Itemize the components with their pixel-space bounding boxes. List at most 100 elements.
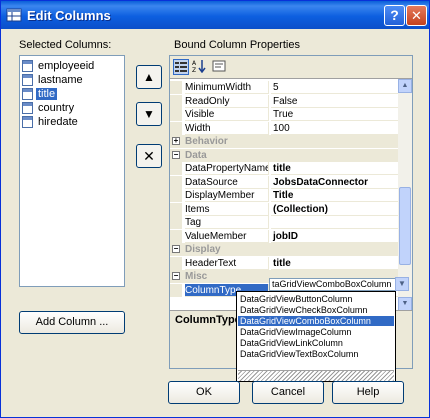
description-title: ColumnType <box>175 314 241 326</box>
list-item-label: title <box>36 88 58 100</box>
property-category[interactable]: + Behavior <box>170 135 398 148</box>
property-value[interactable]: Title <box>271 189 398 202</box>
help-button[interactable]: Help <box>332 381 404 404</box>
dropdown-option[interactable]: DataGridViewImageColumn <box>238 327 394 337</box>
move-down-button[interactable]: ▼ <box>136 102 162 126</box>
expander-icon[interactable]: − <box>172 245 180 253</box>
list-item-label: hiredate <box>38 116 78 128</box>
property-row[interactable]: Items (Collection) <box>170 202 398 216</box>
property-value[interactable]: jobID <box>271 230 398 243</box>
property-pages-icon[interactable] <box>211 59 227 75</box>
property-name[interactable]: DataSource <box>185 175 269 189</box>
property-value[interactable]: title <box>271 162 398 175</box>
ok-button[interactable]: OK <box>168 381 240 404</box>
property-row[interactable]: DataSource JobsDataConnector <box>170 175 398 189</box>
property-name[interactable]: Visible <box>185 108 269 121</box>
list-item[interactable]: country <box>22 101 76 115</box>
property-value[interactable]: 5 <box>271 81 398 94</box>
selected-columns-label: Selected Columns: <box>19 39 112 51</box>
property-value[interactable]: JobsDataConnector <box>271 176 398 189</box>
property-row[interactable]: ReadOnly False <box>170 94 398 108</box>
property-name[interactable]: MinimumWidth <box>185 81 269 94</box>
dropdown-option[interactable]: DataGridViewButtonColumn <box>238 294 394 304</box>
property-value[interactable]: True <box>271 108 398 121</box>
property-row[interactable]: DataPropertyName title <box>170 162 398 175</box>
row-gutter <box>170 216 182 229</box>
property-name[interactable]: Items <box>185 202 269 216</box>
property-grid-rows[interactable]: ColumnType − Misc HeaderText title − Display Va… <box>170 78 412 310</box>
category-name: Behavior <box>185 136 228 147</box>
property-name[interactable]: HeaderText <box>185 256 269 270</box>
scroll-down-arrow[interactable]: ▼ <box>398 297 412 310</box>
add-column-button[interactable]: Add Column ... <box>19 311 125 334</box>
property-name[interactable]: DataPropertyName <box>185 162 269 175</box>
row-gutter <box>170 121 182 135</box>
property-name[interactable]: ValueMember <box>185 229 269 243</box>
property-value[interactable]: 100 <box>271 122 398 135</box>
row-gutter <box>170 229 182 243</box>
scroll-up-arrow[interactable]: ▲ <box>398 79 412 93</box>
dropdown-resize-grip[interactable] <box>238 370 394 381</box>
cancel-button[interactable]: Cancel <box>252 381 324 404</box>
property-value[interactable]: False <box>271 95 398 108</box>
column-type-dropdown[interactable]: DataGridViewButtonColumn DataGridViewChe… <box>236 291 396 382</box>
property-name[interactable]: Width <box>185 121 269 135</box>
property-value[interactable]: (Collection) <box>271 203 398 216</box>
property-category[interactable]: − Display <box>170 243 398 256</box>
property-row[interactable]: Visible True <box>170 108 398 121</box>
property-row[interactable]: DisplayMember Title <box>170 189 398 202</box>
row-gutter <box>170 108 182 121</box>
edit-columns-dialog: Edit Columns ? ✕ Selected Columns: emplo… <box>0 0 430 418</box>
row-gutter <box>170 283 182 297</box>
expander-icon[interactable]: + <box>172 137 180 145</box>
move-up-button[interactable]: ▲ <box>136 65 162 89</box>
title-bar[interactable]: Edit Columns ? ✕ <box>1 1 429 29</box>
dropdown-option[interactable]: DataGridViewLinkColumn <box>238 338 394 348</box>
column-icon <box>22 88 33 100</box>
property-row[interactable]: MinimumWidth 5 <box>170 81 398 94</box>
list-item[interactable]: lastname <box>22 73 85 87</box>
selected-columns-list[interactable]: employeeid lastname title country hireda… <box>19 55 125 287</box>
property-value[interactable] <box>271 216 398 229</box>
window-title: Edit Columns <box>27 8 111 23</box>
dropdown-option-selected[interactable]: DataGridViewComboBoxColumn <box>238 316 394 326</box>
list-item-label: employeeid <box>38 60 95 72</box>
dropdown-option[interactable]: DataGridViewTextBoxColumn <box>238 349 394 359</box>
expander-icon[interactable]: − <box>172 272 180 280</box>
list-item-label: country <box>38 102 75 114</box>
row-gutter <box>170 202 182 216</box>
list-item-label: lastname <box>38 74 83 86</box>
alphabetical-icon[interactable]: AZ <box>191 59 207 75</box>
row-gutter <box>170 189 182 202</box>
category-name: Display <box>185 244 221 255</box>
property-row[interactable]: Width 100 <box>170 121 398 135</box>
row-gutter <box>170 162 182 175</box>
property-category[interactable]: − Data <box>170 148 398 162</box>
list-item-selected[interactable]: title <box>22 87 58 101</box>
property-row[interactable]: ValueMember jobID <box>170 229 398 243</box>
property-row[interactable]: HeaderText title <box>170 256 398 270</box>
column-icon <box>22 102 33 114</box>
row-gutter <box>170 175 182 189</box>
category-name: Data <box>185 149 207 161</box>
property-value[interactable]: title <box>271 257 398 270</box>
property-row[interactable]: Tag <box>170 216 398 229</box>
scroll-thumb[interactable] <box>399 187 411 265</box>
svg-text:A: A <box>192 60 197 67</box>
categorized-icon[interactable] <box>173 59 189 75</box>
combo-dropdown-arrow[interactable]: ▼ <box>395 277 409 291</box>
expander-icon[interactable]: − <box>172 150 180 159</box>
close-button[interactable]: ✕ <box>406 5 427 26</box>
svg-text:Z: Z <box>192 67 196 73</box>
dropdown-option[interactable]: DataGridViewCheckBoxColumn <box>238 305 394 315</box>
list-item[interactable]: employeeid <box>22 59 96 73</box>
title-help-button[interactable]: ? <box>384 5 405 26</box>
property-grid-scrollbar[interactable]: ▲ ▼ <box>398 79 412 310</box>
column-icon <box>22 60 33 72</box>
property-name[interactable]: ReadOnly <box>185 94 269 108</box>
remove-column-button[interactable]: ✕ <box>136 144 162 168</box>
list-item[interactable]: hiredate <box>22 115 80 129</box>
property-name[interactable]: DisplayMember <box>185 189 269 202</box>
column-type-combo[interactable]: taGridViewComboBoxColumn <box>269 278 396 291</box>
property-name[interactable]: Tag <box>185 216 269 229</box>
